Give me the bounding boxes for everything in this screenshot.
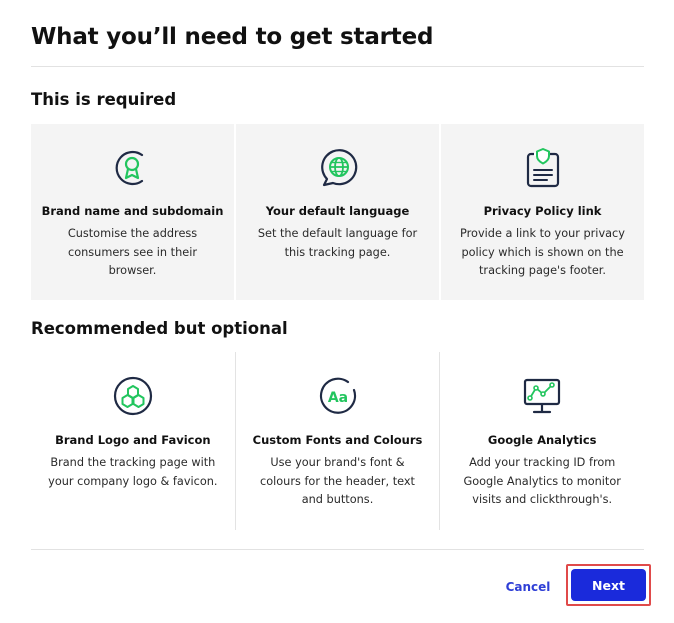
card-description: Brand the tracking page with your compan…	[48, 456, 218, 488]
shield-document-icon	[521, 146, 565, 190]
next-button[interactable]: Next	[571, 569, 646, 601]
card-brand-name: Brand name and subdomain Customise the a…	[31, 124, 234, 300]
award-badge-icon	[111, 146, 155, 190]
optional-cards: Brand Logo and Favicon Brand the trackin…	[31, 352, 644, 530]
svg-text:Aa: Aa	[327, 390, 347, 406]
globe-chat-icon	[316, 146, 360, 190]
card-default-language: Your default language Set the default la…	[234, 124, 439, 300]
card-custom-fonts: Aa Custom Fonts and Colours Use your bra…	[234, 352, 440, 530]
card-title: Brand name and subdomain	[41, 204, 224, 218]
cancel-button[interactable]: Cancel	[496, 572, 560, 602]
card-title: Google Analytics	[487, 433, 597, 447]
analytics-monitor-icon	[520, 374, 564, 418]
font-aa-icon: Aa	[316, 374, 360, 418]
page-title: What you’ll need to get started	[31, 24, 434, 50]
card-description: Customise the address consumers see in t…	[67, 227, 198, 277]
header-divider	[31, 66, 644, 67]
card-description: Add your tracking ID from Google Analyti…	[463, 456, 621, 506]
hexagon-logo-icon	[111, 374, 155, 418]
required-cards: Brand name and subdomain Customise the a…	[31, 124, 644, 300]
card-title: Your default language	[265, 204, 410, 218]
card-google-analytics: Google Analytics Add your tracking ID fr…	[439, 352, 644, 530]
footer-divider	[31, 549, 644, 550]
card-title: Custom Fonts and Colours	[252, 433, 423, 447]
next-button-highlight: Next	[566, 564, 651, 606]
card-title: Brand Logo and Favicon	[55, 433, 211, 447]
card-title: Privacy Policy link	[483, 204, 602, 218]
card-description: Use your brand's font & colours for the …	[260, 456, 415, 506]
card-brand-logo: Brand Logo and Favicon Brand the trackin…	[31, 352, 235, 530]
card-privacy-policy: Privacy Policy link Provide a link to yo…	[439, 124, 644, 300]
optional-section-heading: Recommended but optional	[31, 319, 288, 338]
card-description: Provide a link to your privacy policy wh…	[460, 227, 625, 277]
card-description: Set the default language for this tracki…	[257, 227, 418, 259]
required-section-heading: This is required	[31, 90, 177, 109]
